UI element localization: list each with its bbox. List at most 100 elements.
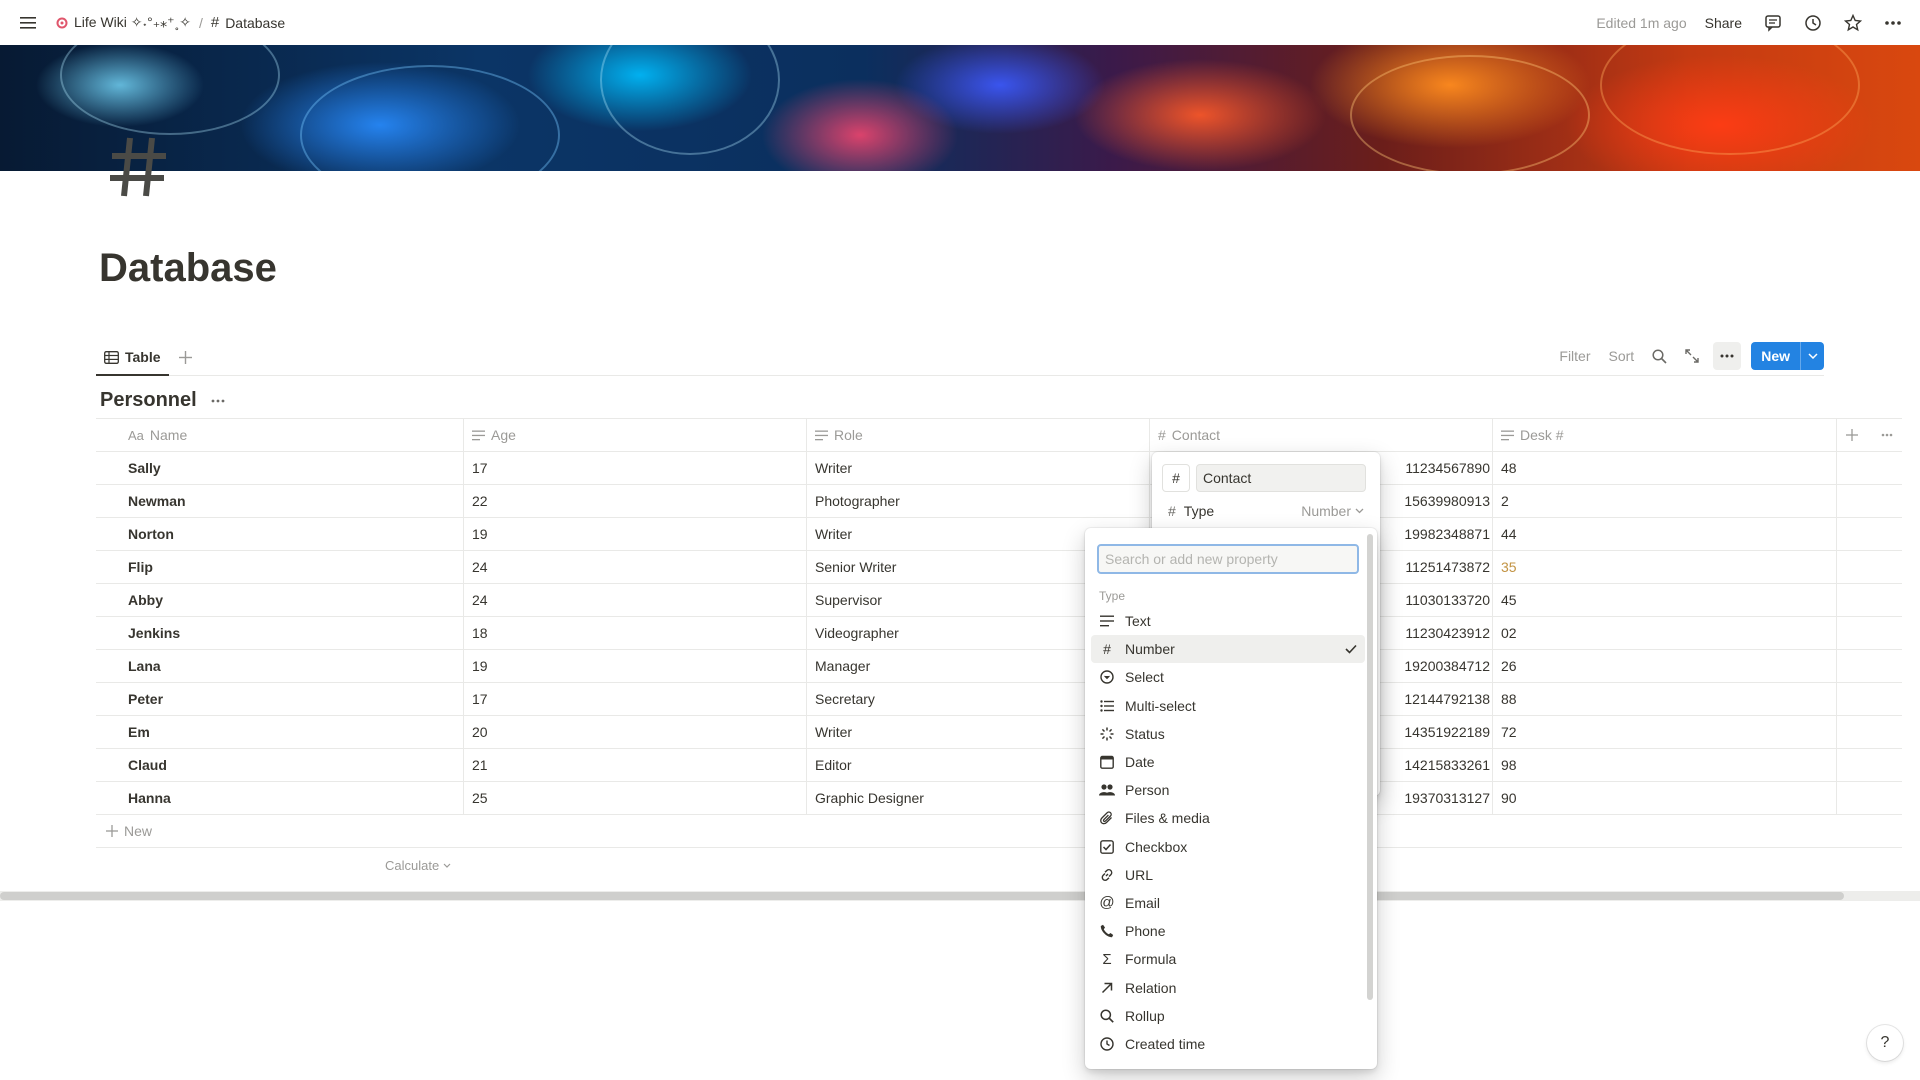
cell-empty[interactable] <box>1837 584 1902 616</box>
cell-age[interactable]: 19 <box>464 518 807 550</box>
type-option-created-time[interactable]: Created time <box>1091 1030 1365 1058</box>
table-row[interactable]: Abby 24 Supervisor 45 11030133720 <box>96 584 1902 617</box>
type-option-rollup[interactable]: Rollup <box>1091 1002 1365 1030</box>
comment-icon[interactable] <box>1760 10 1786 36</box>
cell-name[interactable]: Sally <box>96 452 464 484</box>
type-option-url[interactable]: URL <box>1091 861 1365 889</box>
type-option-files-media[interactable]: Files & media <box>1091 804 1365 832</box>
type-option-formula[interactable]: Σ Formula <box>1091 945 1365 973</box>
property-icon-picker[interactable]: # <box>1162 464 1190 492</box>
sort-button[interactable]: Sort <box>1605 342 1639 370</box>
property-search-input[interactable] <box>1097 544 1359 574</box>
cell-name[interactable]: Abby <box>96 584 464 616</box>
type-option-checkbox[interactable]: Checkbox <box>1091 833 1365 861</box>
cell-name[interactable]: Jenkins <box>96 617 464 649</box>
database-title[interactable]: Personnel <box>100 389 197 412</box>
add-new-row-button[interactable]: New <box>96 815 1902 848</box>
cell-age[interactable]: 17 <box>464 452 807 484</box>
type-option-status[interactable]: Status <box>1091 720 1365 748</box>
cell-desk[interactable]: 44 <box>1493 518 1837 550</box>
chevron-down-icon[interactable] <box>1800 342 1824 370</box>
cell-role[interactable]: Photographer <box>807 485 1150 517</box>
cell-name[interactable]: Hanna <box>96 782 464 814</box>
cell-empty[interactable] <box>1837 782 1902 814</box>
table-row[interactable]: Flip 24 Senior Writer 35 11251473872 <box>96 551 1902 584</box>
column-header-name[interactable]: Aa Name <box>96 419 464 451</box>
type-option-date[interactable]: Date <box>1091 748 1365 776</box>
cell-name[interactable]: Flip <box>96 551 464 583</box>
new-record-button[interactable]: New <box>1751 342 1824 370</box>
sidebar-menu-icon[interactable] <box>14 9 42 37</box>
share-button[interactable]: Share <box>1701 13 1746 33</box>
filter-button[interactable]: Filter <box>1555 342 1594 370</box>
cell-desk[interactable]: 2 <box>1493 485 1837 517</box>
cell-age[interactable]: 19 <box>464 650 807 682</box>
cell-age[interactable]: 25 <box>464 782 807 814</box>
column-header-role[interactable]: Role <box>807 419 1150 451</box>
column-header-desk[interactable]: Desk # <box>1493 419 1837 451</box>
tab-table-view[interactable]: Table <box>96 340 169 376</box>
expand-icon[interactable] <box>1681 342 1703 370</box>
cell-desk[interactable]: 98 <box>1493 749 1837 781</box>
property-name-input[interactable] <box>1196 464 1366 492</box>
column-header-contact[interactable]: # Contact <box>1150 419 1493 451</box>
type-option-relation[interactable]: Relation <box>1091 973 1365 1001</box>
add-view-icon[interactable] <box>172 344 198 370</box>
cell-empty[interactable] <box>1837 617 1902 649</box>
table-row[interactable]: Peter 17 Secretary 88 12144792138 <box>96 683 1902 716</box>
cell-age[interactable]: 17 <box>464 683 807 715</box>
breadcrumb-page[interactable]: # Database <box>207 12 289 33</box>
cell-name[interactable]: Lana <box>96 650 464 682</box>
cell-desk[interactable]: 45 <box>1493 584 1837 616</box>
cell-empty[interactable] <box>1837 683 1902 715</box>
type-option-select[interactable]: Select <box>1091 663 1365 691</box>
more-options-icon[interactable] <box>1880 10 1906 36</box>
cell-name[interactable]: Claud <box>96 749 464 781</box>
cell-name[interactable]: Newman <box>96 485 464 517</box>
cell-empty[interactable] <box>1837 716 1902 748</box>
cell-name[interactable]: Peter <box>96 683 464 715</box>
type-option-person[interactable]: Person <box>1091 776 1365 804</box>
cell-name[interactable]: Em <box>96 716 464 748</box>
cell-role[interactable]: Writer <box>807 452 1150 484</box>
column-header-age[interactable]: Age <box>464 419 807 451</box>
breadcrumb-workspace[interactable]: Life Wiki ✧˖°₊⁎⁺˳✧ <box>52 12 195 33</box>
table-row[interactable]: Newman 22 Photographer 2 15639980913 <box>96 485 1902 518</box>
scrollbar-thumb[interactable] <box>0 892 1844 900</box>
search-icon[interactable] <box>1648 342 1671 370</box>
type-option-text[interactable]: Text <box>1091 607 1365 635</box>
type-option-multi-select[interactable]: Multi-select <box>1091 692 1365 720</box>
property-type-row[interactable]: # Type Number <box>1162 497 1370 525</box>
cell-empty[interactable] <box>1837 485 1902 517</box>
star-icon[interactable] <box>1840 10 1866 36</box>
help-button[interactable]: ? <box>1867 1025 1903 1061</box>
add-property-icon[interactable] <box>1845 429 1858 441</box>
cell-desk[interactable]: 35 <box>1493 551 1837 583</box>
cell-age[interactable]: 22 <box>464 485 807 517</box>
table-row[interactable]: Lana 19 Manager 26 19200384712 <box>96 650 1902 683</box>
cell-empty[interactable] <box>1837 518 1902 550</box>
page-title[interactable]: Database <box>99 246 277 291</box>
column-more-icon[interactable] <box>1881 433 1893 437</box>
type-option-email[interactable]: @ Email <box>1091 889 1365 917</box>
cell-desk[interactable]: 88 <box>1493 683 1837 715</box>
cell-empty[interactable] <box>1837 650 1902 682</box>
cell-desk[interactable]: 48 <box>1493 452 1837 484</box>
calculate-button[interactable]: Calculate <box>385 858 451 873</box>
cell-age[interactable]: 20 <box>464 716 807 748</box>
cell-age[interactable]: 24 <box>464 584 807 616</box>
page-hash-icon[interactable] <box>108 134 168 200</box>
cell-desk[interactable]: 02 <box>1493 617 1837 649</box>
database-more-icon[interactable] <box>211 399 225 403</box>
table-row[interactable]: Claud 21 Editor 98 14215833261 <box>96 749 1902 782</box>
cell-empty[interactable] <box>1837 551 1902 583</box>
cell-name[interactable]: Norton <box>96 518 464 550</box>
type-option-number[interactable]: # Number <box>1091 635 1365 664</box>
history-icon[interactable] <box>1800 10 1826 36</box>
cell-age[interactable]: 24 <box>464 551 807 583</box>
cell-desk[interactable]: 26 <box>1493 650 1837 682</box>
table-row[interactable]: Norton 19 Writer 44 19982348871 <box>96 518 1902 551</box>
table-row[interactable]: Jenkins 18 Videographer 02 11230423912 <box>96 617 1902 650</box>
menu-scrollbar[interactable] <box>1367 534 1373 1000</box>
table-row[interactable]: Hanna 25 Graphic Designer 90 19370313127 <box>96 782 1902 815</box>
